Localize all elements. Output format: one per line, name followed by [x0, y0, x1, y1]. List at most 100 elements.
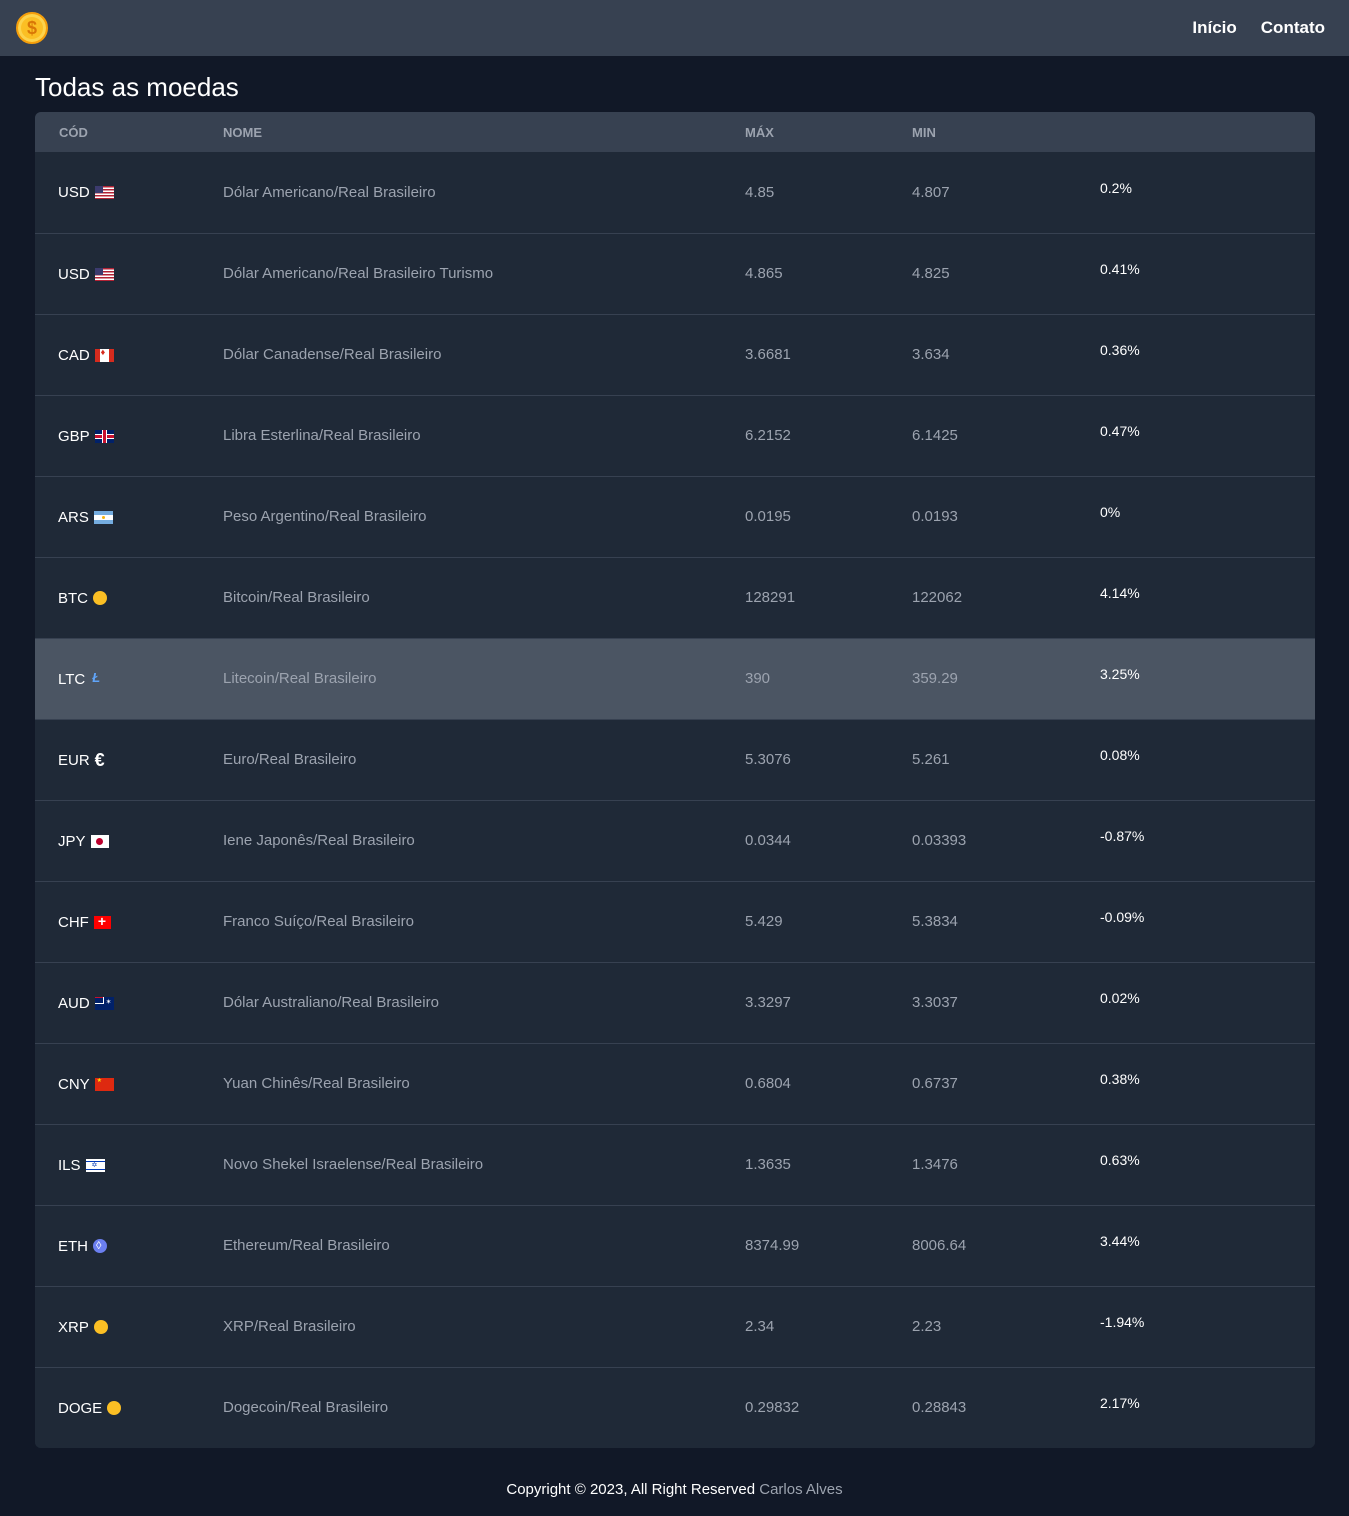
uk-flag-icon [94, 429, 114, 443]
australia-flag-icon [94, 996, 114, 1010]
table-row[interactable]: EUR € Euro/Real Brasileiro 5.3076 5.261 0.08% [35, 719, 1315, 800]
cell-code: BTC [35, 590, 223, 607]
table-row[interactable]: AUD Dólar Australiano/Real Brasileiro 3.32… [35, 962, 1315, 1043]
cell-max: 6.2152 [745, 427, 912, 445]
cell-max: 8374.99 [745, 1237, 912, 1255]
cell-min: 1.3476 [912, 1156, 1100, 1174]
cell-code: CHF [35, 914, 223, 931]
table-row[interactable]: LTC Litecoin/Real Brasileiro 390 359.29 3.25… [35, 638, 1315, 719]
currency-code: ETH [58, 1237, 88, 1255]
israel-flag-icon [85, 1158, 105, 1172]
cell-max-value: 1.3635 [745, 1156, 791, 1173]
cell-pct-value: 0.41% [1100, 261, 1140, 277]
table-row[interactable]: ETH Ethereum/Real Brasileiro 8374.99 8006.6… [35, 1205, 1315, 1286]
cell-pct-value: -1.94% [1100, 1314, 1145, 1330]
currency-code: JPY [58, 832, 86, 850]
cell-max-value: 0.29832 [745, 1399, 800, 1416]
cell-name: Litecoin/Real Brasileiro [223, 670, 745, 688]
nav-link-contato[interactable]: Contato [1261, 18, 1325, 38]
cell-min-value: 5.3834 [912, 913, 958, 930]
cell-pct: 0.41% [1100, 261, 1315, 283]
cell-name: Yuan Chinês/Real Brasileiro [223, 1075, 745, 1093]
canada-flag-icon [94, 348, 114, 362]
cell-name-value: Bitcoin/Real Brasileiro [223, 589, 370, 606]
cell-min: 0.28843 [912, 1399, 1100, 1417]
header-code: CÓD [59, 124, 88, 140]
cell-min: 4.807 [912, 184, 1100, 202]
cell-code: ARS [35, 509, 223, 526]
cell-name: Peso Argentino/Real Brasileiro [223, 508, 745, 526]
us-flag-icon [94, 267, 114, 281]
cell-pct: 0.2% [1100, 180, 1315, 202]
cell-pct-value: -0.09% [1100, 909, 1145, 925]
currency-code: CHF [58, 913, 89, 931]
cell-name: Iene Japonês/Real Brasileiro [223, 832, 745, 850]
table-row[interactable]: CAD Dólar Canadense/Real Brasileiro 3.6681… [35, 314, 1315, 395]
footer-author-link[interactable]: Carlos Alves [759, 1481, 842, 1498]
cell-pct: 0% [1100, 504, 1315, 526]
switzerland-flag-icon [93, 915, 111, 929]
currency-code: AUD [58, 994, 90, 1012]
currency-table: CÓD NOME MÁX MIN USD Dólar Americano/Real… [35, 112, 1315, 1448]
cell-name-value: XRP/Real Brasileiro [223, 1318, 356, 1335]
cell-code: USD [35, 184, 223, 201]
coin-icon [93, 1320, 108, 1334]
nav-link-inicio[interactable]: Início [1192, 18, 1236, 38]
cell-name-value: Yuan Chinês/Real Brasileiro [223, 1075, 410, 1092]
cell-max-value: 3.3297 [745, 994, 791, 1011]
table-row[interactable]: USD Dólar Americano/Real Brasileiro Turis… [35, 233, 1315, 314]
cell-max-value: 128291 [745, 589, 796, 606]
table-row[interactable]: XRP XRP/Real Brasileiro 2.34 2.23 -1.94% [35, 1286, 1315, 1367]
coin-icon [93, 591, 107, 605]
cell-min-value: 8006.64 [912, 1237, 967, 1254]
table-body: USD Dólar Americano/Real Brasileiro 4.85 4.… [35, 152, 1315, 1448]
cell-max: 5.3076 [745, 751, 912, 769]
cell-max: 0.6804 [745, 1075, 912, 1093]
cell-min-value: 0.28843 [912, 1399, 967, 1416]
euro-icon: € [94, 749, 105, 770]
table-row[interactable]: BTC Bitcoin/Real Brasileiro 128291 122062 4.… [35, 557, 1315, 638]
footer: Copyright © 2023, All Right Reserved Car… [0, 1481, 1349, 1498]
cell-min: 5.261 [912, 751, 1100, 769]
cell-name: Ethereum/Real Brasileiro [223, 1237, 745, 1255]
table-row[interactable]: DOGE Dogecoin/Real Brasileiro 0.29832 0.288… [35, 1367, 1315, 1448]
cell-name-value: Franco Suíço/Real Brasileiro [223, 913, 414, 930]
cell-min-value: 359.29 [912, 670, 958, 687]
footer-copyright: Copyright © 2023, All Right Reserved [506, 1481, 756, 1498]
cell-name: Dólar Australiano/Real Brasileiro [223, 994, 745, 1012]
cell-pct-value: 0.2% [1100, 179, 1132, 196]
currency-code: USD [58, 184, 90, 201]
table-row[interactable]: CNY Yuan Chinês/Real Brasileiro 0.6804 0.67… [35, 1043, 1315, 1124]
cell-pct-value: 3.25% [1100, 666, 1140, 682]
table-row[interactable]: ILS Novo Shekel Israelense/Real Brasileir… [35, 1124, 1315, 1205]
cell-name: Libra Esterlina/Real Brasileiro [223, 427, 745, 445]
cell-code: CAD [35, 347, 223, 364]
table-row[interactable]: GBP Libra Esterlina/Real Brasileiro 6.2152… [35, 395, 1315, 476]
table-row[interactable]: JPY Iene Japonês/Real Brasileiro 0.0344 0.0… [35, 800, 1315, 881]
cell-pct: 4.14% [1100, 585, 1315, 607]
cell-name: Novo Shekel Israelense/Real Brasileiro [223, 1156, 745, 1174]
table-row[interactable]: ARS Peso Argentino/Real Brasileiro 0.0195 0… [35, 476, 1315, 557]
table-row[interactable]: USD Dólar Americano/Real Brasileiro 4.85 4.… [35, 152, 1315, 233]
cell-name: Dólar Americano/Real Brasileiro Turismo [223, 265, 745, 283]
dollar-coin-icon[interactable]: $ [16, 12, 48, 44]
china-flag-icon [94, 1077, 114, 1091]
cell-min: 3.3037 [912, 994, 1100, 1012]
cell-pct-value: 0% [1100, 504, 1121, 520]
cell-min-value: 0.03393 [912, 832, 967, 849]
cell-max: 0.0195 [745, 508, 912, 526]
cell-name-value: Dólar Americano/Real Brasileiro Turismo [223, 265, 494, 282]
cell-pct-value: 2.17% [1100, 1395, 1140, 1411]
cell-name-value: Ethereum/Real Brasileiro [223, 1237, 390, 1254]
cell-max-value: 4.865 [745, 265, 783, 282]
cell-min: 5.3834 [912, 913, 1100, 931]
cell-max: 4.865 [745, 265, 912, 283]
currency-code: ILS [58, 1156, 81, 1174]
cell-max-value: 8374.99 [745, 1237, 800, 1254]
cell-pct: 3.25% [1100, 666, 1315, 688]
cell-min-value: 4.807 [912, 183, 950, 201]
cell-code: GBP [35, 428, 223, 445]
table-row[interactable]: CHF Franco Suíço/Real Brasileiro 5.429 5.38… [35, 881, 1315, 962]
cell-min: 122062 [912, 589, 1100, 607]
cell-min-value: 0.6737 [912, 1075, 958, 1092]
